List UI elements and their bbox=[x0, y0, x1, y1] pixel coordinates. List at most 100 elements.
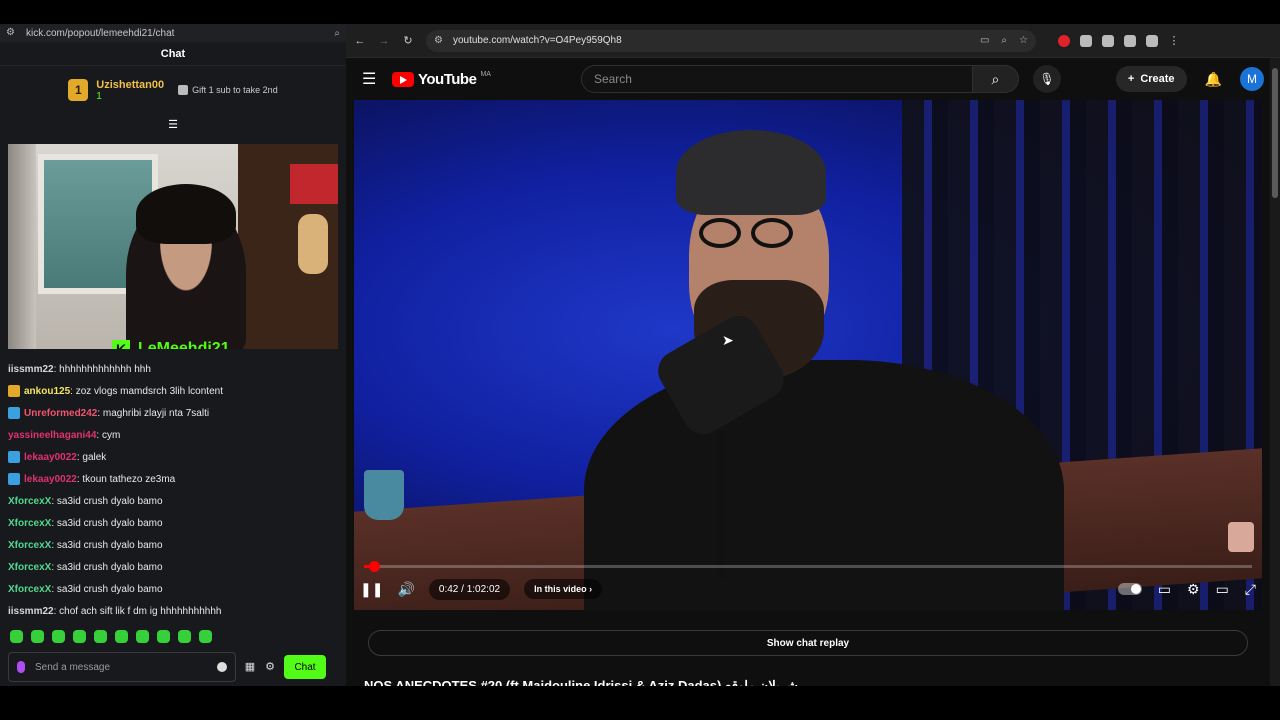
create-button[interactable]: + Create bbox=[1115, 66, 1187, 92]
site-settings-icon[interactable]: ⚙ bbox=[6, 28, 16, 38]
gear-icon[interactable]: ⚙ bbox=[264, 661, 276, 673]
chat-message: lekaay0022: tkoun tathezo ze3ma bbox=[8, 468, 342, 490]
chat-message-list: iissmm22: hhhhhhhhhhhhh hhh ankou125: zoz… bbox=[8, 358, 342, 622]
extension-red-icon[interactable] bbox=[1058, 34, 1070, 47]
install-icon[interactable]: ▭ bbox=[980, 35, 989, 46]
chat-message: yassineelhagani44: cym bbox=[8, 424, 342, 446]
progress-handle[interactable] bbox=[368, 561, 380, 572]
reload-icon[interactable]: ↻ bbox=[402, 34, 414, 47]
gift-sub-prompt[interactable]: Gift 1 sub to take 2nd bbox=[178, 85, 278, 95]
more-menu-icon[interactable]: ⋮ bbox=[1168, 34, 1180, 47]
emote-icon[interactable] bbox=[10, 630, 23, 643]
chat-send-button[interactable]: Chat bbox=[284, 655, 326, 679]
search-icon[interactable]: ⌕ bbox=[972, 65, 1019, 93]
chat-username[interactable]: Unreformed242 bbox=[24, 408, 97, 419]
sword-badge-icon[interactable] bbox=[8, 473, 20, 485]
emote-icon[interactable] bbox=[94, 630, 107, 643]
emote-icon[interactable] bbox=[73, 630, 86, 643]
leader-name[interactable]: Uzishettan00 bbox=[96, 79, 164, 91]
chat-text: : chof ach sift lik f dm ig hhhhhhhhhhh bbox=[53, 605, 222, 617]
star-icon[interactable]: ☆ bbox=[1019, 35, 1028, 46]
chat-username[interactable]: iissmm22 bbox=[8, 606, 54, 617]
chat-input-box[interactable] bbox=[8, 652, 236, 682]
chat-message: XforcexX: sa3id crush dyalo bamo bbox=[8, 534, 342, 556]
emote-icon[interactable] bbox=[52, 630, 65, 643]
player-controls: ❚❚ 🔊 0:42 / 1:02:02 In this video › ▭ ⚙ … bbox=[354, 576, 1262, 602]
volume-icon[interactable]: 🔊 bbox=[397, 581, 414, 598]
chat-message: iissmm22: hhhhhhhhhhhhh hhh bbox=[8, 358, 342, 380]
page-scrollbar[interactable] bbox=[1270, 58, 1280, 686]
streamer-tag: K LeMeehdi21 bbox=[112, 340, 230, 349]
settings-icon[interactable]: ⚙ bbox=[1187, 581, 1200, 598]
chat-username[interactable]: XforcexX bbox=[8, 496, 51, 507]
zoom-icon[interactable]: ⌕ bbox=[334, 28, 340, 39]
theater-icon[interactable]: ▭ bbox=[1216, 581, 1229, 598]
kick-chat-window: ⚙ kick.com/popout/lemeehdi21/chat ⌕ Chat… bbox=[0, 24, 346, 686]
in-this-video-button[interactable]: In this video › bbox=[524, 579, 603, 599]
chat-username[interactable]: XforcexX bbox=[8, 562, 51, 573]
gift-text: Gift 1 sub to take 2nd bbox=[192, 85, 278, 95]
profile-icon[interactable] bbox=[1146, 34, 1158, 47]
rank-medal-icon: 1 bbox=[68, 79, 89, 101]
emoji-icon[interactable] bbox=[217, 662, 227, 672]
menu-icon[interactable]: ☰ bbox=[362, 69, 386, 89]
bell-icon[interactable]: 🔔 bbox=[1205, 71, 1222, 88]
emote-icon[interactable] bbox=[199, 630, 212, 643]
youtube-url[interactable]: youtube.com/watch?v=O4Pey959Qh8 bbox=[453, 35, 622, 46]
chat-username[interactable]: iissmm22 bbox=[8, 364, 54, 375]
emote-icon[interactable] bbox=[115, 630, 128, 643]
zoom-icon[interactable]: ⌕ bbox=[1001, 35, 1007, 46]
chat-username[interactable]: lekaay0022 bbox=[24, 452, 77, 463]
chat-message-input[interactable] bbox=[35, 661, 207, 673]
chat-message: lekaay0022: galek bbox=[8, 446, 342, 468]
chat-username[interactable]: lekaay0022 bbox=[24, 474, 77, 485]
subtitles-icon[interactable]: ▭ bbox=[1158, 581, 1171, 598]
extension-icon[interactable] bbox=[1080, 34, 1092, 47]
emote-icon[interactable] bbox=[31, 630, 44, 643]
chat-username[interactable]: yassineelhagani44 bbox=[8, 430, 96, 441]
chat-username[interactable]: XforcexX bbox=[8, 540, 51, 551]
progress-bar[interactable] bbox=[364, 561, 1252, 572]
avatar[interactable]: M bbox=[1240, 67, 1264, 91]
search-input[interactable]: Search bbox=[580, 65, 973, 93]
youtube-logo[interactable]: YouTube MA bbox=[392, 71, 491, 88]
back-icon[interactable]: ← bbox=[354, 35, 366, 47]
mouse-cursor-icon: ➤ bbox=[722, 332, 734, 348]
leaderboard[interactable]: 1 Uzishettan00 1 Gift 1 sub to take 2nd bbox=[0, 66, 346, 114]
forward-icon[interactable]: → bbox=[378, 35, 390, 47]
pinned-expand-icon[interactable]: ☰ bbox=[166, 120, 180, 131]
address-bar[interactable]: ⚙ youtube.com/watch?v=O4Pey959Qh8 ▭ ⌕ ☆ bbox=[426, 29, 1036, 52]
sword-badge-icon[interactable] bbox=[8, 451, 20, 463]
fullscreen-icon[interactable]: ⤢ bbox=[1245, 581, 1256, 598]
chat-text: : galek bbox=[76, 451, 107, 463]
leader-count: 1 bbox=[96, 90, 102, 102]
search-bar: Search ⌕ 🎙 bbox=[580, 65, 1061, 93]
chat-username[interactable]: XforcexX bbox=[8, 584, 51, 595]
creator-avatar-thumb[interactable] bbox=[1228, 522, 1254, 552]
emote-icon[interactable] bbox=[157, 630, 170, 643]
in-this-video-label: In this video bbox=[534, 584, 587, 594]
extensions: ⋮ bbox=[1058, 34, 1180, 47]
pause-icon[interactable]: ❚❚ bbox=[360, 581, 383, 598]
crown-badge-icon[interactable] bbox=[8, 385, 20, 397]
chat-text: : cym bbox=[96, 429, 121, 441]
kick-url[interactable]: kick.com/popout/lemeehdi21/chat bbox=[26, 28, 334, 39]
tab-search-icon[interactable] bbox=[1124, 34, 1136, 47]
voice-search-icon[interactable]: 🎙 bbox=[1032, 65, 1061, 93]
show-chat-replay-button[interactable]: Show chat replay bbox=[368, 630, 1248, 656]
autoplay-toggle[interactable] bbox=[1117, 583, 1142, 595]
store-icon[interactable]: ▦ bbox=[244, 661, 256, 673]
mic-icon[interactable] bbox=[17, 661, 25, 673]
sword-badge-icon[interactable] bbox=[8, 407, 20, 419]
chat-input-row: ▦ ⚙ Chat bbox=[8, 652, 342, 682]
chat-message: XforcexX: sa3id crush dyalo bamo bbox=[8, 490, 342, 512]
emote-icon[interactable] bbox=[136, 630, 149, 643]
chat-username[interactable]: ankou125 bbox=[24, 386, 70, 397]
streamer-name: LeMeehdi21 bbox=[138, 340, 230, 349]
site-info-icon[interactable]: ⚙ bbox=[434, 35, 443, 46]
chat-username[interactable]: XforcexX bbox=[8, 518, 51, 529]
emote-icon[interactable] bbox=[178, 630, 191, 643]
puzzle-icon[interactable] bbox=[1102, 34, 1114, 47]
video-player[interactable]: ➤ ❚❚ 🔊 0:42 / 1:02:02 In this video › ▭ … bbox=[354, 100, 1262, 610]
kick-logo-icon: K bbox=[112, 340, 130, 349]
